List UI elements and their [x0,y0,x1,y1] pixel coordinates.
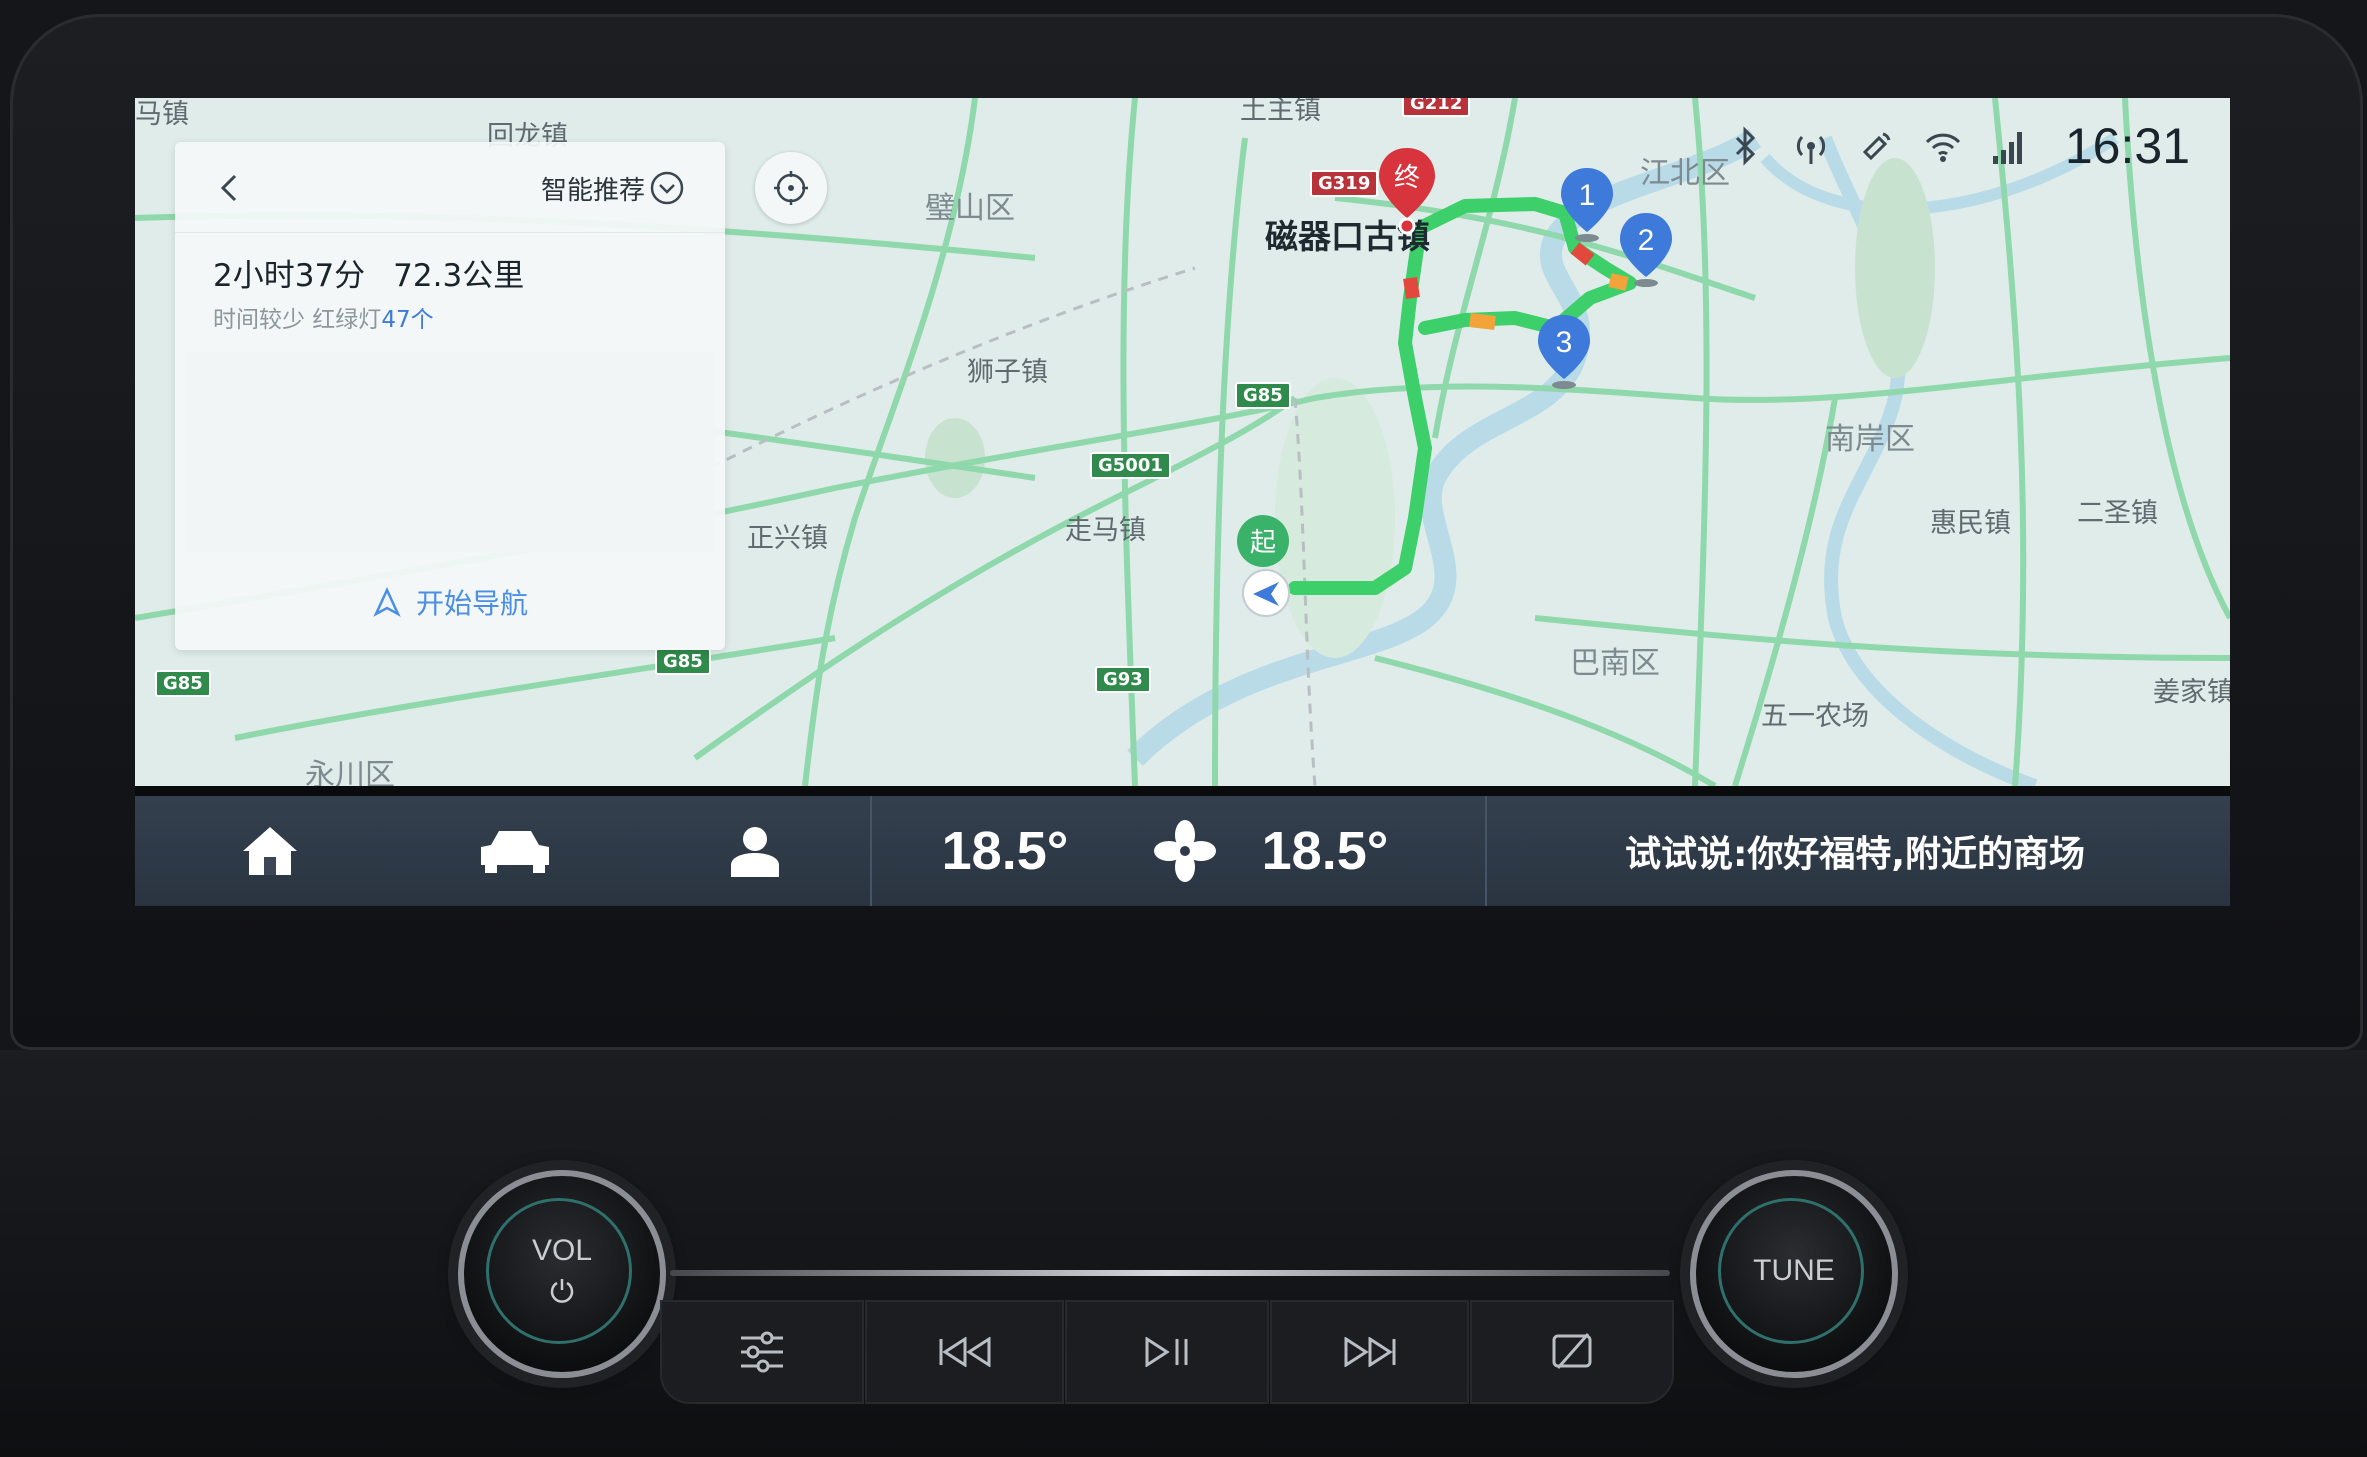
highway-shield: G85 [655,648,711,675]
current-location-arrow-icon [1242,569,1290,617]
route-preference-select[interactable]: 智能推荐 [541,170,645,207]
route-detail: 时间较少 红绿灯47个 [213,300,434,334]
route-panel: 智能推荐 2小时37分 72.3公里 时间较少 红绿灯47个 开始导航 [175,142,725,650]
map-label: 走马镇 [1065,515,1146,546]
bluetooth-icon [1735,126,1755,166]
hotspot-icon [1796,135,1825,164]
destination-marker-text: 终 [1394,163,1420,193]
waypoint-marker-1[interactable]: 1 [1557,166,1617,246]
start-navigation-button[interactable]: 开始导航 [175,562,725,642]
navigation-arrow-icon [373,587,401,617]
fan-button[interactable] [1135,796,1235,906]
equalizer-icon [741,1331,783,1373]
map-label: 南岸区 [1825,422,1915,457]
waypoint-marker-3[interactable]: 3 [1534,313,1594,393]
start-marker[interactable]: 起 [1235,513,1291,569]
bottom-bar: 18.5° 18.5° 试试说:你好福特,附近的商场 [135,796,2230,906]
map-label: 土主镇 [1240,98,1321,126]
highway-shield: G212 [1402,98,1471,117]
route-panel-header: 智能推荐 [175,142,725,233]
highway-shield: G85 [155,670,211,697]
highway-shield: G93 [1095,666,1151,693]
play-pause-icon [1145,1337,1188,1367]
route-panel-body [185,352,715,552]
clock: 16:31 [2064,118,2190,174]
traffic-light-count: 47个 [381,307,434,333]
previous-track-button[interactable] [865,1300,1064,1404]
highway-shield: G5001 [1090,452,1171,479]
route-distance: 72.3公里 [393,258,525,294]
volume-knob[interactable]: VOL [458,1170,666,1378]
map-label: 五一农场 [1761,701,1869,732]
fan-icon [1154,820,1216,882]
highway-shield: G85 [1235,382,1291,409]
navigation-map[interactable]: 马镇 回龙镇 土主镇 璧山区 磁器口古镇 狮子镇 正兴镇 走马镇 江北区 南岸区… [135,98,2230,786]
waypoint-number: 1 [1579,179,1596,212]
voice-assistant-hint[interactable]: 试试说:你好福特,附近的商场 [1535,796,2175,906]
map-label: 璧山区 [925,191,1015,226]
play-pause-button[interactable] [1065,1300,1269,1404]
vehicle-button[interactable] [455,796,575,906]
map-label: 马镇 [135,99,189,130]
infotainment-screen: 马镇 回龙镇 土主镇 璧山区 磁器口古镇 狮子镇 正兴镇 走马镇 江北区 南岸区… [135,98,2230,906]
bar-divider [870,796,872,906]
destination-marker[interactable]: 终 [1375,146,1439,236]
map-label: 永川区 [305,758,395,786]
waypoint-number: 2 [1638,224,1655,257]
map-label: 江北区 [1640,156,1730,191]
home-button[interactable] [215,796,325,906]
back-icon[interactable] [213,168,247,208]
user-icon [731,827,779,877]
waypoint-marker-2[interactable]: 2 [1616,211,1676,291]
console-trim [670,1270,1670,1276]
car-icon [481,831,549,873]
tune-label: TUNE [1753,1254,1835,1287]
map-label: 姜家镇 [2153,677,2230,708]
route-detail-text: 时间较少 红绿灯 [213,307,382,333]
route-duration: 2小时37分 [213,258,366,294]
volume-knob-ring [486,1198,632,1344]
map-label: 二圣镇 [2077,498,2158,529]
signal-icon [1992,132,2022,164]
map-label: 狮子镇 [967,357,1048,388]
route-summary[interactable]: 2小时37分 72.3公里 [213,250,524,295]
next-track-button[interactable] [1270,1300,1469,1404]
volume-label: VOL [531,1234,593,1267]
wifi-icon [1925,133,1960,162]
crosshair-icon [774,171,808,205]
bar-divider [1485,796,1487,906]
screen-off-icon [1552,1333,1592,1369]
start-navigation-label: 开始导航 [415,587,528,620]
previous-track-icon [939,1337,990,1367]
chevron-down-icon[interactable] [649,170,685,206]
tune-knob[interactable]: TUNE [1690,1170,1898,1378]
start-marker-text: 起 [1250,528,1276,558]
equalizer-button[interactable] [660,1300,864,1404]
screen-off-button[interactable] [1470,1300,1674,1404]
map-label: 正兴镇 [747,523,828,554]
power-icon [550,1279,574,1303]
satellite-icon [1862,132,1891,161]
map-label: 巴南区 [1570,646,1660,681]
profile-button[interactable] [700,796,810,906]
locate-button[interactable] [755,152,827,224]
driver-temperature[interactable]: 18.5° [935,796,1075,906]
next-track-icon [1344,1337,1395,1367]
map-label: 惠民镇 [1930,508,2011,539]
waypoint-number: 3 [1556,326,1573,359]
passenger-temperature[interactable]: 18.5° [1255,796,1395,906]
status-bar: 16:31 [1725,116,2190,176]
highway-shield: G319 [1310,170,1379,197]
home-icon [243,827,297,875]
